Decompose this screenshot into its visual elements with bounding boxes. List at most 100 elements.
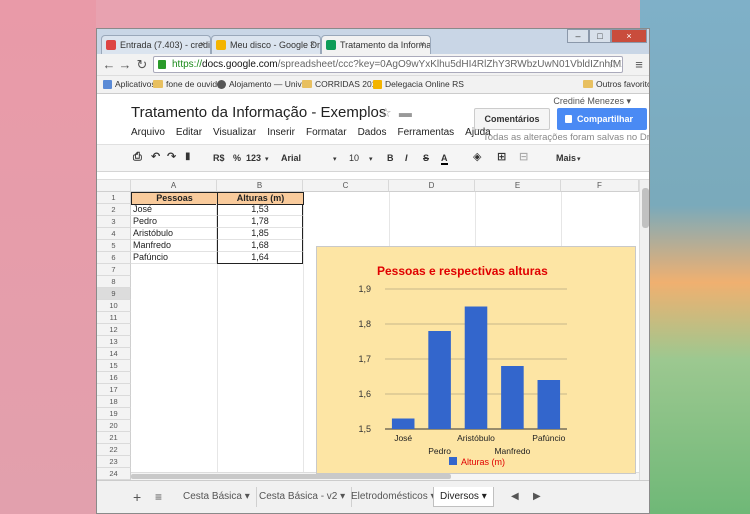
row-header[interactable]: 22 xyxy=(97,444,131,456)
row-header[interactable]: 16 xyxy=(97,372,131,384)
row-header[interactable]: 13 xyxy=(97,336,131,348)
share-button[interactable]: Compartilhar xyxy=(557,108,647,130)
column-header[interactable]: E xyxy=(475,180,561,192)
row-header[interactable]: 1 xyxy=(97,192,131,204)
menu-arquivo[interactable]: Arquivo xyxy=(131,127,165,138)
bookmark-star-icon[interactable]: ☆ xyxy=(607,57,618,71)
close-icon[interactable]: × xyxy=(420,39,425,49)
window-close-icon[interactable]: × xyxy=(611,29,647,43)
formula-bar[interactable] xyxy=(97,172,649,180)
row-header[interactable]: 7 xyxy=(97,264,131,276)
row-header[interactable]: 9 xyxy=(97,288,131,300)
more-button[interactable]: Mais xyxy=(556,153,576,163)
minimize-icon[interactable]: – xyxy=(567,29,589,43)
menu-dados[interactable]: Dados xyxy=(358,127,387,138)
sheet-tab[interactable]: Cesta Básica ▾ xyxy=(177,487,257,507)
row-header[interactable]: 5 xyxy=(97,240,131,252)
table-cell[interactable]: 1,64 xyxy=(217,252,303,264)
row-header[interactable]: 23 xyxy=(97,456,131,468)
row-header[interactable]: 3 xyxy=(97,216,131,228)
row-header[interactable]: 10 xyxy=(97,300,131,312)
column-header[interactable]: D xyxy=(389,180,475,192)
undo-icon[interactable]: ↶ xyxy=(151,150,160,163)
row-header[interactable]: 21 xyxy=(97,432,131,444)
menu-ferramentas[interactable]: Ferramentas xyxy=(397,127,454,138)
corner-cell[interactable] xyxy=(97,180,131,192)
vertical-scrollbar[interactable] xyxy=(639,180,649,480)
merge-cells-icon[interactable]: ⊟ xyxy=(519,150,528,163)
currency-button[interactable]: R$ xyxy=(213,153,225,163)
table-cell[interactable]: Pedro xyxy=(131,216,217,228)
tab-drive[interactable]: Meu disco - Google Drive × xyxy=(211,35,321,54)
table-cell[interactable]: Pafúncio xyxy=(131,252,217,264)
row-header[interactable]: 6 xyxy=(97,252,131,264)
bookmark-alojamento[interactable]: Alojamento — Univ... xyxy=(217,79,308,89)
print-icon[interactable]: ⎙ xyxy=(133,151,142,164)
sheet-list-icon[interactable]: ≡ xyxy=(149,487,168,507)
tab-sheets[interactable]: Tratamento da Informaçã... × xyxy=(321,35,431,54)
row-header[interactable]: 4 xyxy=(97,228,131,240)
menu-editar[interactable]: Editar xyxy=(176,127,202,138)
bookmark-outros[interactable]: Outros favoritos xyxy=(583,79,649,89)
strikethrough-button[interactable]: S xyxy=(423,153,429,163)
forward-icon[interactable]: → xyxy=(117,57,133,72)
text-color-button[interactable]: A xyxy=(441,153,448,165)
user-account[interactable]: Crediné Menezes ▾ xyxy=(553,96,631,107)
table-cell[interactable]: 1,78 xyxy=(217,216,303,228)
table-cell[interactable]: Aristóbulo xyxy=(131,228,217,240)
row-header[interactable]: 18 xyxy=(97,396,131,408)
number-format-button[interactable]: 123 xyxy=(246,153,261,163)
row-header[interactable]: 20 xyxy=(97,420,131,432)
close-icon[interactable]: × xyxy=(200,39,205,49)
embedded-chart[interactable]: Pessoas e respectivas alturas 1,5 1,6 1,7 1,… xyxy=(316,246,636,474)
scroll-left-icon[interactable]: ◀ xyxy=(505,487,525,507)
fill-color-icon[interactable]: ◈ xyxy=(473,150,481,163)
menu-visualizar[interactable]: Visualizar xyxy=(213,127,256,138)
column-header[interactable]: C xyxy=(303,180,389,192)
column-header[interactable]: B xyxy=(217,180,303,192)
add-sheet-icon[interactable]: + xyxy=(127,487,147,507)
table-cell[interactable]: 1,68 xyxy=(217,240,303,252)
bookmark-fone[interactable]: fone de ouvido xyxy=(153,79,222,89)
column-header[interactable]: F xyxy=(561,180,639,192)
menu-formatar[interactable]: Formatar xyxy=(306,127,347,138)
font-size-select[interactable]: 10 xyxy=(349,153,359,163)
paint-format-icon[interactable]: ▮ xyxy=(185,151,191,162)
italic-button[interactable]: I xyxy=(405,153,408,163)
reload-icon[interactable]: ↻ xyxy=(134,57,150,73)
back-icon[interactable]: ← xyxy=(101,57,117,72)
row-header[interactable]: 19 xyxy=(97,408,131,420)
star-icon[interactable]: ☆ xyxy=(380,105,392,120)
table-cell[interactable]: 1,85 xyxy=(217,228,303,240)
folder-icon[interactable]: ▬ xyxy=(399,105,412,120)
menu-inserir[interactable]: Inserir xyxy=(267,127,295,138)
scroll-right-icon[interactable]: ▶ xyxy=(527,487,547,507)
table-cell[interactable]: 1,53 xyxy=(217,204,303,216)
sheet-tab[interactable]: Cesta Básica - v2 ▾ xyxy=(253,487,353,507)
row-header[interactable]: 14 xyxy=(97,348,131,360)
bookmark-corridas[interactable]: CORRIDAS 2013 xyxy=(302,79,381,89)
row-header[interactable]: 11 xyxy=(97,312,131,324)
redo-icon[interactable]: ↷ xyxy=(167,150,176,163)
font-select[interactable]: Arial xyxy=(281,153,301,163)
sheet-tab[interactable]: Eletrodomésticos ▾ xyxy=(345,487,443,507)
bold-button[interactable]: B xyxy=(387,153,394,163)
sheet-tab-active[interactable]: Diversos ▾ xyxy=(433,487,494,507)
row-header[interactable]: 2 xyxy=(97,204,131,216)
close-icon[interactable]: × xyxy=(310,39,315,49)
table-cell[interactable]: Manfredo xyxy=(131,240,217,252)
bookmark-delegacia[interactable]: Delegacia Online RS xyxy=(373,79,464,89)
bookmark-apps[interactable]: Aplicativos xyxy=(103,79,156,89)
tab-gmail[interactable]: Entrada (7.403) - credine... × xyxy=(101,35,211,54)
url-field[interactable]: https://docs.google.com/spreadsheet/ccc?… xyxy=(153,56,623,73)
maximize-icon[interactable]: □ xyxy=(589,29,611,43)
menu-icon[interactable]: ≡ xyxy=(631,57,647,72)
row-header[interactable]: 24 xyxy=(97,468,131,480)
percent-button[interactable]: % xyxy=(233,153,241,163)
doc-title[interactable]: Tratamento da Informação - Exemplos xyxy=(131,104,386,121)
column-header[interactable]: A xyxy=(131,180,217,192)
row-header[interactable]: 15 xyxy=(97,360,131,372)
borders-icon[interactable]: ⊞ xyxy=(497,150,506,163)
row-header[interactable]: 8 xyxy=(97,276,131,288)
scroll-thumb[interactable] xyxy=(642,188,649,228)
